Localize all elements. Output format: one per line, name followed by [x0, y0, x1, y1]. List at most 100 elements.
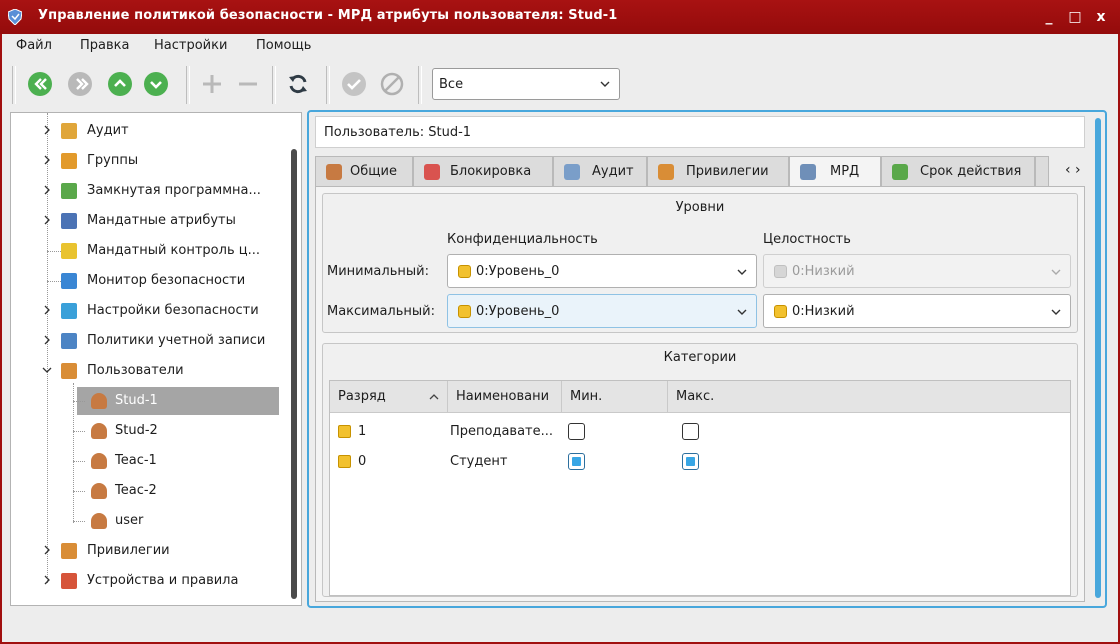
max-integrity-select[interactable]: 0:Низкий	[763, 294, 1071, 328]
chevron-down-icon	[600, 81, 610, 87]
filter-select[interactable]: Все	[432, 68, 620, 100]
chevron-down-icon	[1051, 269, 1061, 275]
level-icon	[458, 305, 471, 318]
up-icon[interactable]	[108, 72, 132, 96]
mandatory-attributes-icon	[61, 213, 77, 229]
privileges-icon	[61, 543, 77, 559]
table-row[interactable]: 1 Преподавате...	[330, 417, 1070, 447]
chevron-right-icon[interactable]	[41, 154, 53, 166]
tab-audit[interactable]: Аудит	[553, 156, 647, 186]
category-bit: 0	[358, 454, 367, 469]
menu-settings[interactable]: Настройки	[154, 38, 227, 53]
tree-item[interactable]: Политики учетной записи	[15, 327, 275, 355]
tree-item-label: Teac-1	[115, 453, 157, 468]
levels-title: Уровни	[675, 200, 725, 215]
tab-mrd[interactable]: МРД	[789, 156, 881, 187]
tree-item[interactable]: Пользователи	[15, 357, 275, 385]
tab-bar: Общие Блокировка Аудит Привилегии МРД Ср…	[315, 156, 1085, 187]
menu-edit[interactable]: Правка	[80, 38, 129, 53]
levels-group: Уровни Конфиденциальность Целостность Ми…	[322, 193, 1078, 333]
toolbar-separator	[326, 66, 330, 104]
tree-line	[73, 431, 85, 432]
tab-expiry[interactable]: Срок действия	[881, 156, 1035, 186]
details-scrollbar[interactable]	[1095, 118, 1101, 598]
toolbar-separator	[12, 66, 16, 104]
tree-item[interactable]: Устройства и правила	[15, 567, 275, 595]
security-monitor-icon	[61, 273, 77, 289]
min-integrity-select[interactable]: 0:Низкий	[763, 254, 1071, 288]
cancel-icon[interactable]	[380, 72, 404, 96]
chevron-right-icon[interactable]	[41, 184, 53, 196]
tree-item[interactable]: Stud-1	[73, 387, 279, 415]
remove-icon[interactable]	[236, 72, 260, 96]
tree-line	[73, 383, 74, 523]
tree-item[interactable]: Teac-1	[73, 447, 279, 475]
previous-icon[interactable]	[68, 72, 92, 96]
user-icon	[91, 453, 107, 469]
mrd-tab-content: Уровни Конфиденциальность Целостность Ми…	[315, 186, 1085, 602]
down-icon[interactable]	[144, 72, 168, 96]
groups-icon	[61, 153, 77, 169]
chevron-right-icon[interactable]	[41, 574, 53, 586]
tab-privileges[interactable]: Привилегии	[647, 156, 789, 186]
tab-general[interactable]: Общие	[315, 156, 413, 186]
account-policies-icon	[61, 333, 77, 349]
min-checkbox[interactable]	[568, 453, 585, 470]
tree-item-label: Монитор безопасности	[87, 273, 246, 288]
tree-item[interactable]: Мандатный контроль ц...	[15, 237, 275, 265]
chevron-right-icon[interactable]	[41, 124, 53, 136]
audit-icon	[61, 123, 77, 139]
user-icon	[91, 423, 107, 439]
tree-item[interactable]: user	[73, 507, 279, 535]
max-label: Максимальный:	[327, 304, 435, 319]
column-header-bit[interactable]: Разряд	[330, 381, 448, 413]
tree-item[interactable]: Teac-2	[73, 477, 279, 505]
expiry-tab-icon	[892, 164, 908, 180]
tree-item[interactable]: Stud-2	[73, 417, 279, 445]
mandatory-control-icon	[61, 243, 77, 259]
column-header-min[interactable]: Мин.	[562, 381, 668, 413]
tab-lock[interactable]: Блокировка	[413, 156, 553, 186]
tree-item[interactable]: Привилегии	[15, 537, 275, 565]
tab-partial[interactable]	[1035, 156, 1049, 186]
chevron-down-icon[interactable]	[41, 364, 53, 376]
chevron-right-icon[interactable]	[41, 214, 53, 226]
tree-item[interactable]: Настройки безопасности	[15, 297, 275, 325]
tree-item-label: Привилегии	[87, 543, 170, 558]
column-header-max[interactable]: Макс.	[668, 381, 1070, 413]
chevron-right-icon[interactable]	[41, 334, 53, 346]
maximize-button[interactable]: □	[1064, 6, 1086, 28]
chevron-right-icon[interactable]	[41, 304, 53, 316]
tree-item[interactable]: Замкнутая программна...	[15, 177, 275, 205]
tree-item[interactable]: Мандатные атрибуты	[15, 207, 275, 235]
table-row[interactable]: 0 Студент	[330, 447, 1070, 477]
tree-item[interactable]: Группы	[15, 147, 275, 175]
apply-icon[interactable]	[342, 72, 366, 96]
add-icon[interactable]	[200, 72, 224, 96]
min-label: Минимальный:	[327, 264, 429, 279]
filter-value: Все	[439, 77, 464, 92]
max-checkbox[interactable]	[682, 453, 699, 470]
tab-scroll-arrows[interactable]: ‹ ›	[1065, 162, 1081, 178]
min-checkbox[interactable]	[568, 423, 585, 440]
menu-help[interactable]: Помощь	[256, 38, 311, 53]
tree-scrollbar[interactable]	[291, 149, 297, 599]
tree-item[interactable]: Монитор безопасности	[15, 267, 275, 295]
tree-item[interactable]: Аудит	[15, 117, 275, 145]
minimize-button[interactable]: _	[1038, 6, 1060, 28]
toolbar-separator	[418, 66, 422, 104]
first-icon[interactable]	[28, 72, 52, 96]
refresh-icon[interactable]	[286, 72, 310, 96]
general-tab-icon	[326, 164, 342, 180]
chevron-right-icon[interactable]	[41, 544, 53, 556]
max-confidentiality-select[interactable]: 0:Уровень_0	[447, 294, 757, 328]
column-header-name[interactable]: Наименовани	[448, 381, 562, 413]
close-button[interactable]: x	[1090, 6, 1112, 28]
tree-item-label: Teac-2	[115, 483, 157, 498]
max-checkbox[interactable]	[682, 423, 699, 440]
category-name: Студент	[450, 454, 508, 469]
user-header-text: Пользователь: Stud-1	[324, 125, 472, 140]
tree-item-label: Замкнутая программна...	[87, 183, 261, 198]
menu-file[interactable]: Файл	[16, 38, 52, 53]
min-confidentiality-select[interactable]: 0:Уровень_0	[447, 254, 757, 288]
